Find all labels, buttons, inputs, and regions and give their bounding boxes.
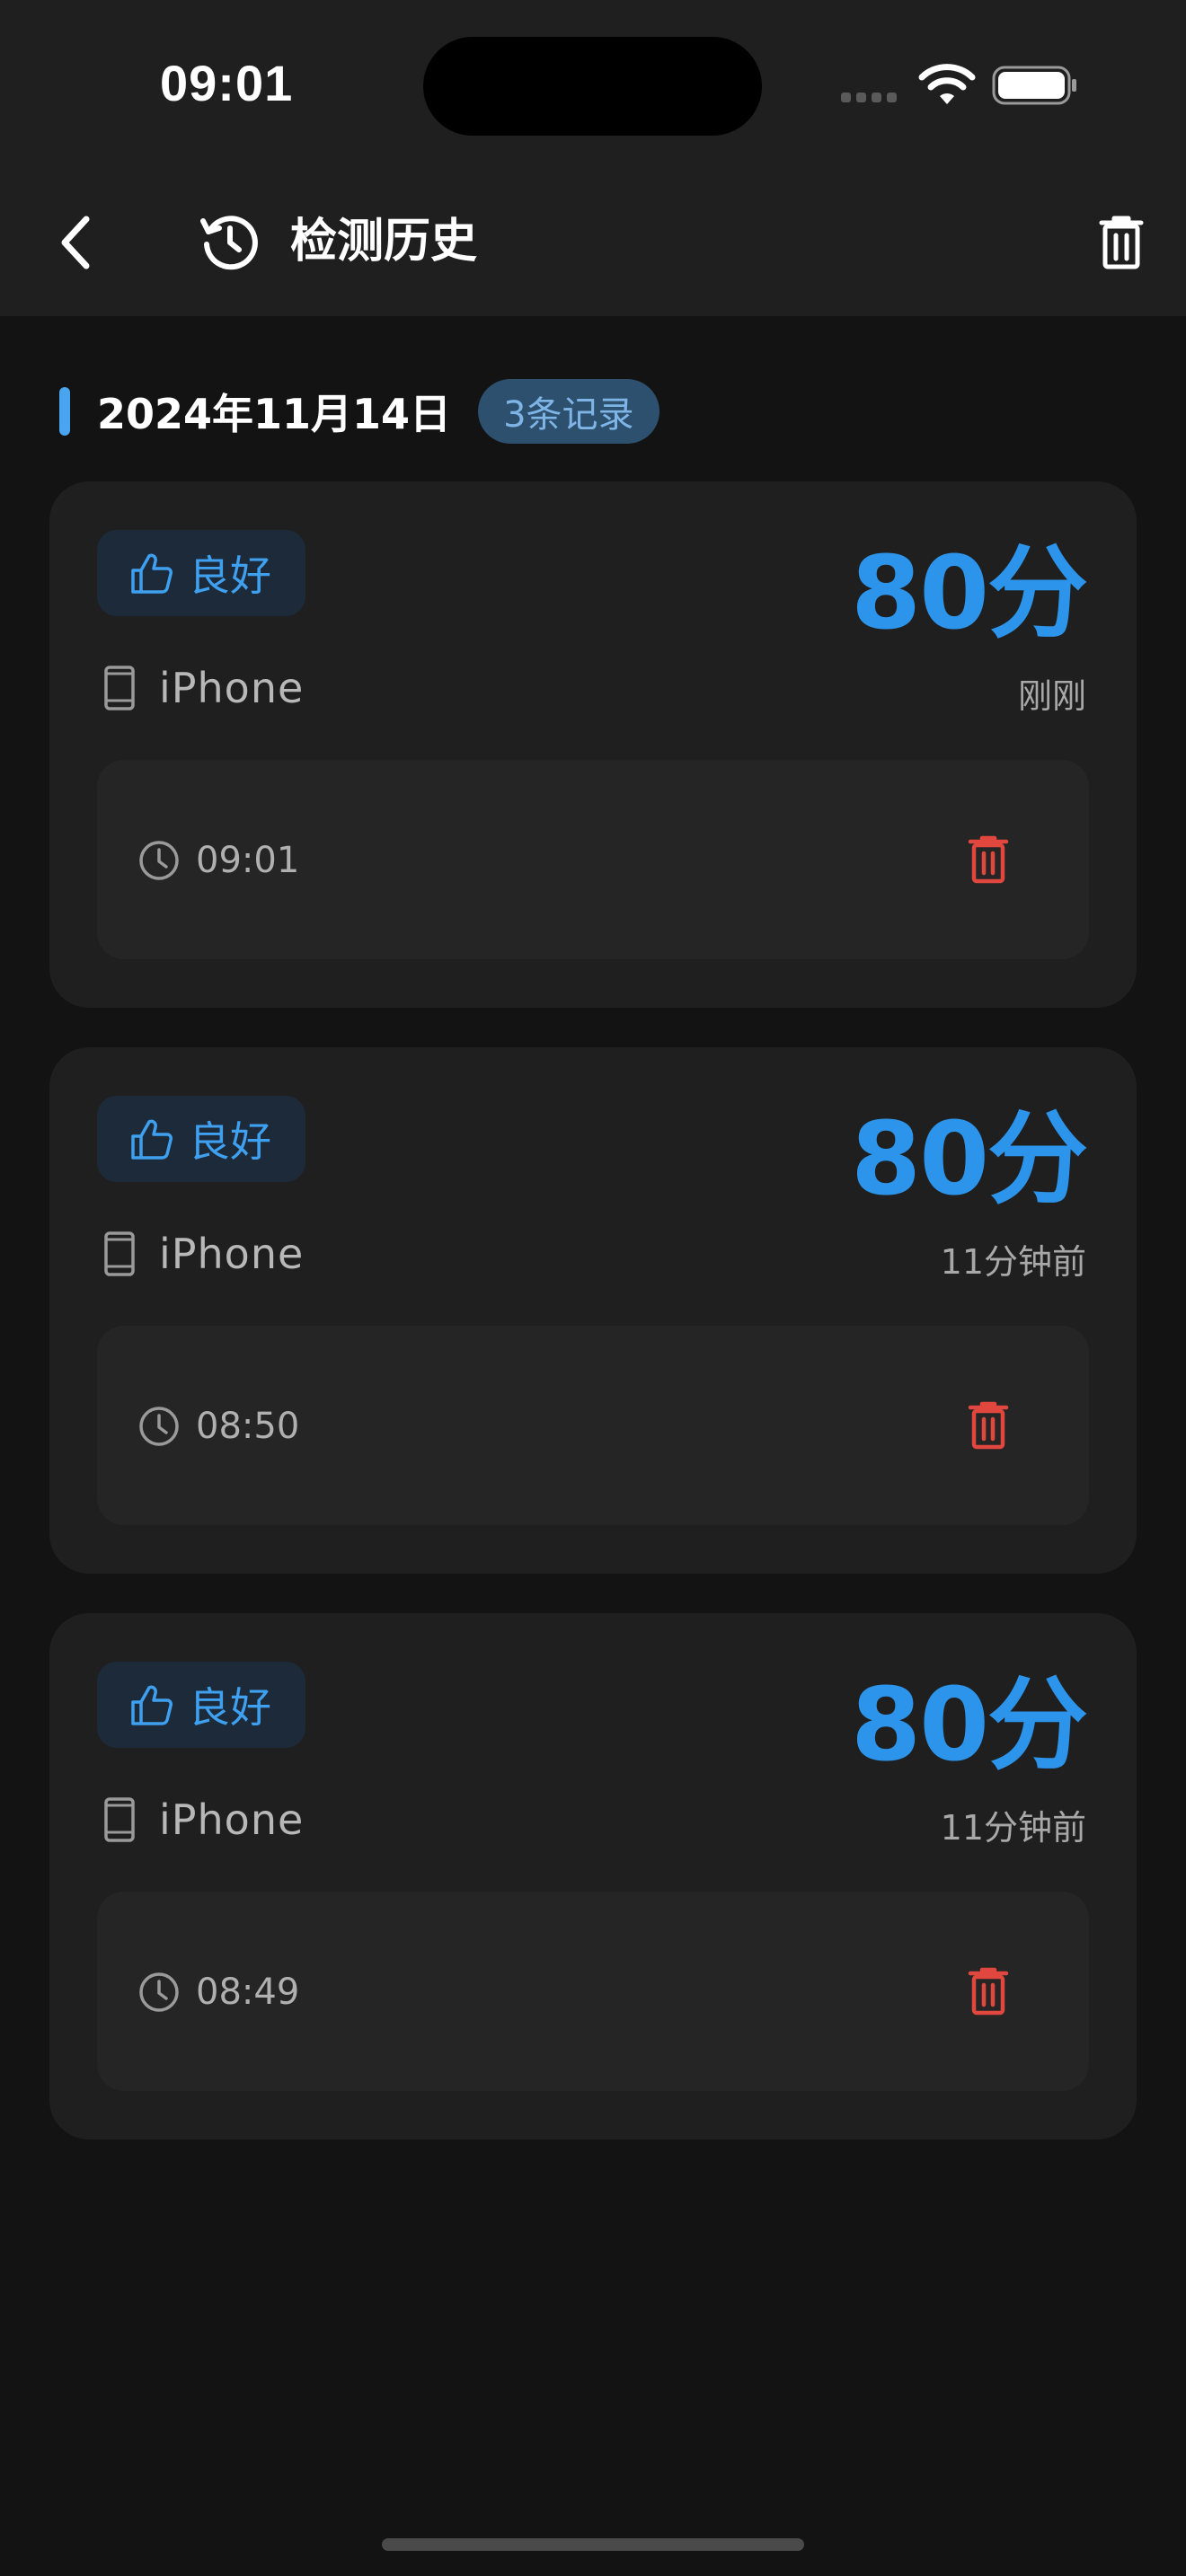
battery-icon — [992, 66, 1076, 105]
record-card[interactable]: 良好 iPhone 80分 11分钟前 08:50 — [49, 1047, 1137, 1574]
delete-record-button[interactable] — [960, 1963, 1017, 2020]
delete-record-button[interactable] — [960, 831, 1017, 888]
trash-icon — [1099, 216, 1144, 269]
relative-time: 11分钟前 — [940, 1242, 1086, 1282]
device-row: iPhone — [103, 1793, 304, 1847]
trash-icon — [968, 1967, 1009, 2016]
clock-icon — [139, 1407, 179, 1446]
top-bar: 09:01 检测历史 — [0, 0, 1186, 316]
status-badge: 良好 — [97, 1662, 305, 1748]
clock-icon — [139, 1972, 179, 2012]
device-name: iPhone — [159, 1230, 305, 1278]
relative-time: 刚刚 — [1017, 676, 1086, 716]
chevron-left-icon — [61, 216, 90, 269]
device-name: iPhone — [159, 1795, 305, 1844]
score-value: 80分 — [851, 1667, 1088, 1784]
date-group-header: 2024年11月14日 3条记录 — [59, 377, 659, 446]
record-time: 09:01 — [196, 840, 300, 881]
score-value: 80分 — [851, 1101, 1088, 1218]
thumbs-up-icon — [131, 1685, 173, 1725]
record-card[interactable]: 良好 iPhone 80分 11分钟前 08:49 — [49, 1613, 1137, 2139]
record-detail-panel: 08:50 — [97, 1326, 1089, 1525]
record-time: 08:49 — [196, 1972, 300, 2013]
date-accent-bar — [59, 387, 70, 436]
clear-history-button[interactable] — [1089, 210, 1154, 275]
wifi-icon — [918, 64, 976, 104]
status-bar-time: 09:01 — [160, 55, 294, 111]
group-date: 2024年11月14日 — [97, 390, 452, 438]
signal-dots-icon — [841, 93, 897, 102]
home-indicator[interactable] — [382, 2538, 804, 2551]
score-value: 80分 — [851, 535, 1088, 652]
clock-icon — [139, 841, 179, 880]
page-title: 检测历史 — [290, 215, 478, 269]
dynamic-island — [423, 37, 762, 136]
thumbs-up-icon — [131, 553, 173, 594]
status-label: 良好 — [189, 1683, 271, 1732]
relative-time: 11分钟前 — [940, 1808, 1086, 1848]
delete-record-button[interactable] — [960, 1397, 1017, 1454]
record-card[interactable]: 良好 iPhone 80分 刚刚 09:01 — [49, 481, 1137, 1008]
record-detail-panel: 08:49 — [97, 1892, 1089, 2091]
history-icon — [200, 216, 258, 270]
record-count-badge: 3条记录 — [478, 379, 659, 444]
phone-icon — [104, 1231, 135, 1276]
device-row: iPhone — [103, 661, 304, 715]
phone-icon — [104, 666, 135, 710]
device-name: iPhone — [159, 664, 305, 712]
device-row: iPhone — [103, 1227, 304, 1281]
back-button[interactable] — [47, 207, 104, 278]
status-badge: 良好 — [97, 530, 305, 616]
trash-icon — [968, 835, 1009, 884]
status-label: 良好 — [189, 551, 271, 600]
record-time: 08:50 — [196, 1406, 300, 1447]
status-badge: 良好 — [97, 1096, 305, 1182]
record-detail-panel: 09:01 — [97, 760, 1089, 959]
trash-icon — [968, 1401, 1009, 1450]
phone-icon — [104, 1797, 135, 1842]
status-label: 良好 — [189, 1117, 271, 1166]
thumbs-up-icon — [131, 1119, 173, 1160]
